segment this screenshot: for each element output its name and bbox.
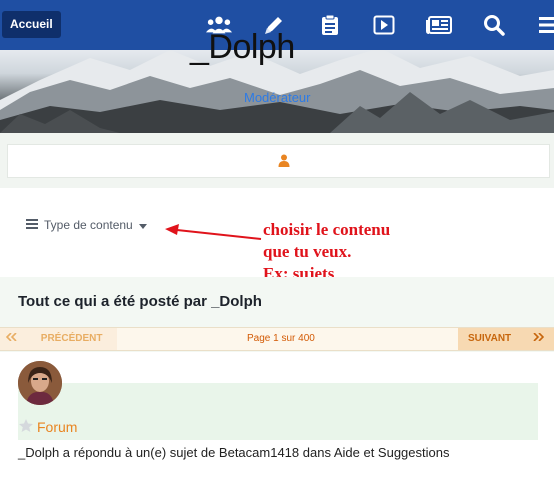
- activity-section: Tout ce qui a été posté par _Dolph PRÉCÉ…: [0, 277, 554, 484]
- forum-label: Forum: [37, 419, 78, 435]
- content-type-filter[interactable]: Type de contenu: [26, 218, 147, 232]
- pagination-bar: PRÉCÉDENT Page 1 sur 400 SUIVANT: [0, 327, 554, 351]
- play-icon[interactable]: [371, 13, 397, 37]
- annotation-arrow: [165, 224, 262, 240]
- forum-link[interactable]: Forum: [19, 419, 77, 435]
- content-type-label: Type de contenu: [44, 218, 133, 232]
- next-page-button[interactable]: SUIVANT: [458, 328, 554, 350]
- annotation-line: que tu veux.: [263, 242, 352, 261]
- user-icon[interactable]: [278, 154, 290, 172]
- menu-icon[interactable]: [535, 13, 554, 37]
- section-title: Tout ce qui a été posté par _Dolph: [18, 293, 262, 310]
- previous-page-button[interactable]: PRÉCÉDENT: [0, 328, 117, 350]
- chevron-double-left-icon: [5, 332, 21, 344]
- clipboard-icon[interactable]: [317, 13, 343, 37]
- newspaper-icon[interactable]: [426, 13, 452, 37]
- profile-page: Accueil _Dolph Modérateur Type de conten…: [0, 0, 554, 484]
- profile-tabs: [7, 144, 550, 178]
- chevron-double-right-icon: [532, 332, 545, 344]
- next-label: SUIVANT: [468, 333, 512, 344]
- profile-name: _Dolph: [190, 28, 295, 66]
- caret-down-icon: [138, 218, 147, 232]
- activity-card: [18, 383, 538, 440]
- profile-tabs-bar: [0, 133, 554, 188]
- activity-summary: _Dolph a répondu à un(e) sujet de Betaca…: [18, 445, 450, 460]
- star-icon[interactable]: [19, 419, 33, 435]
- previous-label: PRÉCÉDENT: [40, 333, 103, 344]
- activity-item: Forum _Dolph a répondu à un(e) sujet de …: [0, 352, 554, 484]
- profile-role-link[interactable]: Modérateur: [244, 90, 310, 105]
- annotation-text: choisir le contenu que tu veux. Ex: suje…: [263, 219, 390, 285]
- page-info[interactable]: Page 1 sur 400: [247, 333, 315, 344]
- search-icon[interactable]: [481, 13, 507, 37]
- avatar[interactable]: [18, 361, 62, 405]
- list-icon: [26, 218, 38, 232]
- annotation-line: choisir le contenu: [263, 220, 391, 239]
- home-button[interactable]: Accueil: [2, 11, 61, 38]
